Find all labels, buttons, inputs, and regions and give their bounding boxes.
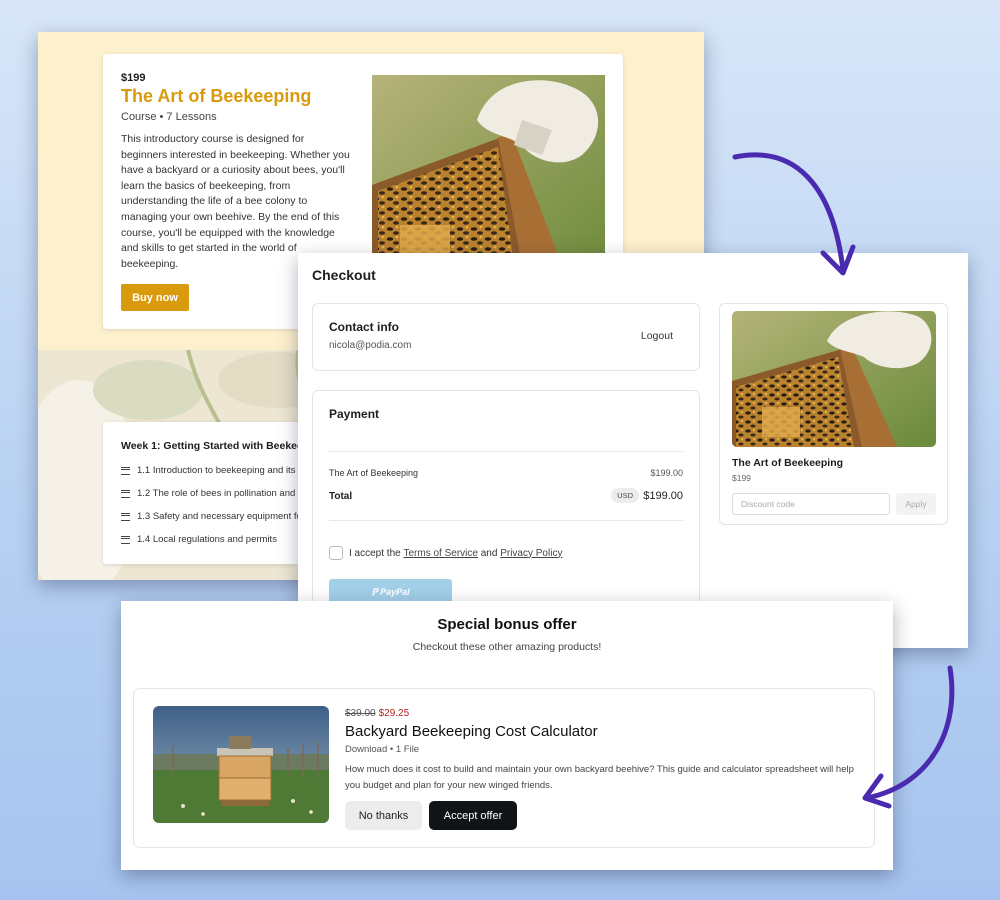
terms-row: I accept the Terms of Service and Privac… <box>329 546 562 560</box>
offer-price: $39.00 $29.25 <box>345 708 409 719</box>
offer-title: Special bonus offer <box>437 616 577 633</box>
bonus-offer-page: Special bonus offer Checkout these other… <box>121 601 893 870</box>
lesson-item[interactable]: 1.2 The role of bees in pollination and <box>121 488 295 499</box>
list-icon <box>121 535 130 544</box>
summary-product-price: $199 <box>732 473 751 483</box>
discount-code-input[interactable] <box>732 493 890 515</box>
course-description: This introductory course is designed for… <box>121 133 350 270</box>
accept-offer-button[interactable]: Accept offer <box>429 801 517 830</box>
order-summary-panel: The Art of Beekeeping $199 Apply <box>719 303 948 525</box>
contact-info-panel: Contact info nicola@podia.com Logout <box>312 303 700 371</box>
original-price: $39.00 <box>345 708 376 719</box>
list-icon <box>121 466 130 475</box>
offer-product-meta: Download • 1 File <box>345 744 420 755</box>
sale-price: $29.25 <box>378 708 410 719</box>
total-label: Total <box>329 491 353 502</box>
checkout-page: Checkout Contact info nicola@podia.com L… <box>298 253 968 648</box>
week-title: Week 1: Getting Started with Beekeeping <box>121 440 326 452</box>
total-price: $199.00 <box>643 490 683 502</box>
no-thanks-button[interactable]: No thanks <box>345 801 422 830</box>
summary-product-name: The Art of Beekeeping <box>732 457 844 469</box>
lesson-item[interactable]: 1.3 Safety and necessary equipment for <box>121 511 305 522</box>
checkout-title: Checkout <box>312 267 376 283</box>
product-thumbnail <box>732 311 936 447</box>
lesson-label: 1.4 Local regulations and permits <box>137 534 277 545</box>
lesson-item[interactable]: 1.1 Introduction to beekeeping and its h… <box>121 465 326 476</box>
list-icon <box>121 489 130 498</box>
offer-subtitle: Checkout these other amazing products! <box>412 641 602 653</box>
currency-badge: USD <box>611 488 639 503</box>
offer-product-name: Backyard Beekeeping Cost Calculator <box>345 723 598 740</box>
list-icon <box>121 512 130 521</box>
contact-email: nicola@podia.com <box>329 340 412 351</box>
course-price: $199 <box>121 72 146 84</box>
flow-arrow-icon <box>862 665 955 809</box>
contact-info-label: Contact info <box>329 320 399 334</box>
terms-checkbox[interactable] <box>329 546 343 560</box>
apply-discount-button[interactable]: Apply <box>896 493 936 515</box>
divider <box>329 520 683 521</box>
offer-product-card: $39.00 $29.25 Backyard Beekeeping Cost Ca… <box>133 688 875 848</box>
line-item-name: The Art of Beekeeping <box>329 468 419 478</box>
privacy-policy-link[interactable]: Privacy Policy <box>500 548 562 559</box>
lesson-item[interactable]: 1.4 Local regulations and permits <box>121 534 277 545</box>
terms-of-service-link[interactable]: Terms of Service <box>403 548 477 559</box>
terms-and: and <box>480 547 498 559</box>
course-meta: Course • 7 Lessons <box>121 111 217 123</box>
course-title: The Art of Beekeeping <box>121 86 312 106</box>
beekeeper-frame-image <box>372 75 605 265</box>
divider <box>329 451 683 452</box>
logout-button[interactable]: Logout <box>641 330 673 342</box>
flow-arrow-icon <box>732 152 856 276</box>
paypal-label: PayPal <box>380 586 410 597</box>
line-item-price: $199.00 <box>650 468 683 478</box>
offer-product-description: How much does it cost to build and maint… <box>345 764 854 791</box>
buy-now-button[interactable]: Buy now <box>121 284 189 311</box>
beehive-image <box>153 706 329 823</box>
lesson-label: 1.2 The role of bees in pollination and <box>137 488 296 499</box>
lesson-label: 1.3 Safety and necessary equipment for <box>137 511 305 522</box>
terms-prefix: I accept the <box>349 547 401 559</box>
payment-label: Payment <box>329 407 380 421</box>
